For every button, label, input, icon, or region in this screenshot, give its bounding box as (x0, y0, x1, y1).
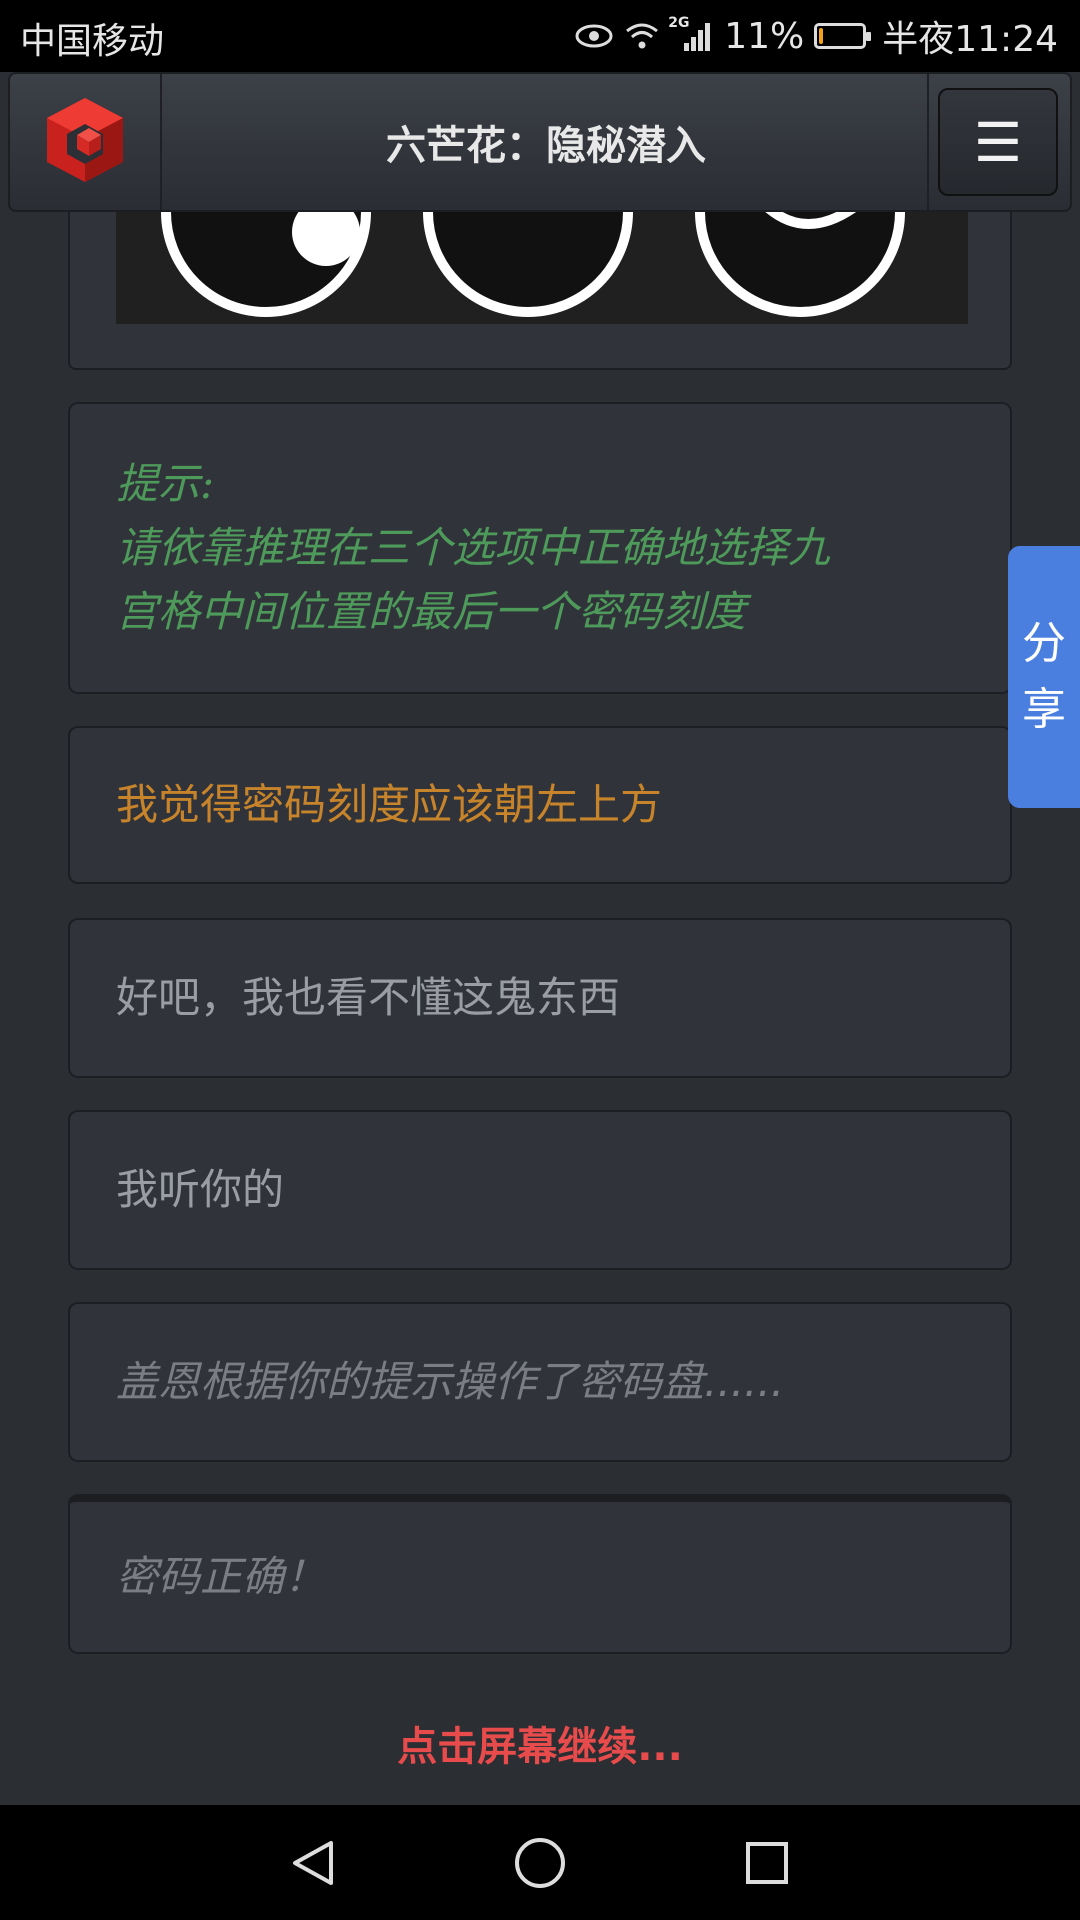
app-header: 六芒花：隐秘潜入 ☰ (8, 72, 1072, 212)
menu-button[interactable]: ☰ (938, 88, 1058, 196)
choice-text: 我听你的 (116, 1165, 285, 1214)
red-cube-logo-icon (41, 94, 129, 190)
choice-text: 好吧，我也看不懂这鬼东西 (116, 973, 621, 1022)
share-label-bottom: 享 (1022, 684, 1066, 735)
hamburger-icon: ☰ (973, 110, 1023, 174)
battery-fill (819, 28, 824, 44)
wifi-icon (624, 21, 660, 51)
status-bar: 中国移动 2G 11% 半夜11:24 (0, 0, 1080, 72)
hint-line: 宫格中间位置的最后一个密码刻度 (116, 587, 747, 636)
eye-comfort-icon (574, 21, 614, 51)
home-icon[interactable] (505, 1828, 575, 1898)
carrier-name: 中国移动 (20, 21, 165, 62)
result-card: 密码正确！ (68, 1494, 1012, 1654)
password-dial-image (116, 212, 968, 324)
choice-text: 我觉得密码刻度应该朝左上方 (116, 780, 663, 829)
hint-line: 请依靠推理在三个选项中正确地选择九 (116, 523, 831, 572)
choice-option-listen[interactable]: 我听你的 (68, 1110, 1012, 1270)
clock: 半夜11:24 (882, 19, 1058, 60)
choice-option-upper-left[interactable]: 我觉得密码刻度应该朝左上方 (68, 726, 1012, 884)
hint-label: 提示: (116, 459, 215, 508)
share-label-top: 分 (1022, 618, 1066, 669)
network-type: 2G (668, 15, 690, 31)
narration-card: 盖恩根据你的提示操作了密码盘...... (68, 1302, 1012, 1462)
battery-icon (814, 23, 872, 49)
continue-prompt[interactable]: 点击屏幕继续... (0, 1714, 1080, 1772)
story-content[interactable]: 提示: 请依靠推理在三个选项中正确地选择九 宫格中间位置的最后一个密码刻度 我觉… (0, 212, 1080, 1805)
choice-option-dont-understand[interactable]: 好吧，我也看不懂这鬼东西 (68, 918, 1012, 1078)
hint-card: 提示: 请依靠推理在三个选项中正确地选择九 宫格中间位置的最后一个密码刻度 (68, 402, 1012, 694)
puzzle-image-card (68, 212, 1012, 370)
page-title: 六芒花：隐秘潜入 (165, 74, 929, 210)
recents-icon[interactable] (732, 1828, 802, 1898)
narration-text: 盖恩根据你的提示操作了密码盘...... (116, 1357, 785, 1406)
share-button[interactable]: 分 享 (1008, 546, 1080, 808)
battery-percent: 11% (724, 15, 805, 57)
result-text: 密码正确！ (116, 1552, 327, 1601)
system-nav-bar (0, 1805, 1080, 1920)
signal-icon: 2G (668, 15, 714, 53)
status-icons: 2G 11% 半夜11:24 (574, 10, 1058, 62)
logo-button[interactable] (10, 74, 162, 210)
back-icon[interactable] (278, 1828, 348, 1898)
hint-text: 提示: 请依靠推理在三个选项中正确地选择九 宫格中间位置的最后一个密码刻度 (116, 452, 830, 644)
